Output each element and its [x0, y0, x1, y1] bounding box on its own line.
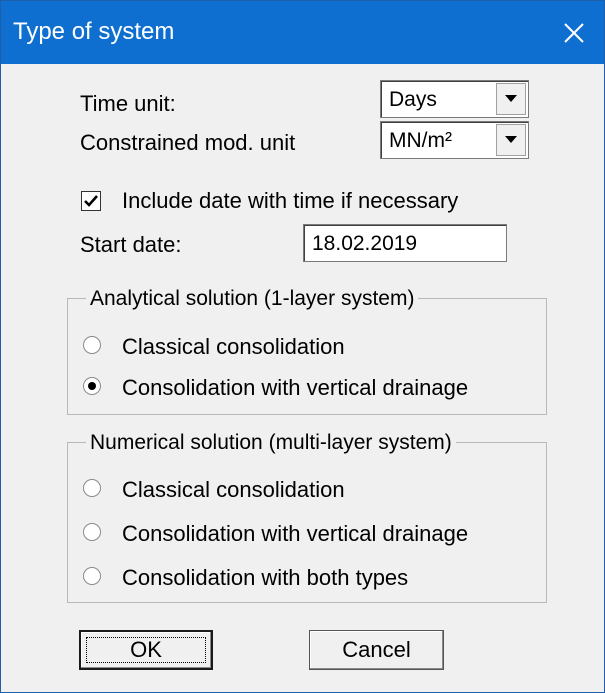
numerical-both-types-radio[interactable]: [83, 567, 101, 585]
numerical-classical-label[interactable]: Classical consolidation: [122, 477, 345, 503]
analytical-solution-legend: Analytical solution (1-layer system): [86, 286, 419, 312]
analytical-classical-radio[interactable]: [83, 336, 101, 354]
cancel-button[interactable]: Cancel: [309, 630, 444, 670]
numerical-vertical-drainage-radio[interactable]: [83, 523, 101, 541]
include-date-label[interactable]: Include date with time if necessary: [122, 188, 458, 214]
time-unit-dropdown-button[interactable]: [496, 83, 526, 115]
numerical-vertical-drainage-label[interactable]: Consolidation with vertical drainage: [122, 521, 468, 547]
ok-button[interactable]: OK: [79, 630, 213, 670]
start-date-input[interactable]: 18.02.2019: [303, 224, 507, 262]
dialog-window: Type of system Time unit: Days Constrain…: [0, 0, 605, 693]
title-bar[interactable]: Type of system: [1, 1, 604, 64]
chevron-down-icon: [505, 95, 517, 102]
analytical-vertical-drainage-label[interactable]: Consolidation with vertical drainage: [122, 375, 468, 401]
close-button[interactable]: [544, 1, 604, 64]
checkmark-icon: [84, 195, 98, 207]
numerical-solution-legend: Numerical solution (multi-layer system): [86, 430, 456, 456]
modulus-unit-dropdown-button[interactable]: [496, 124, 526, 156]
start-date-label: Start date:: [80, 232, 182, 257]
include-date-checkbox[interactable]: [81, 191, 101, 211]
numerical-classical-radio[interactable]: [83, 479, 101, 497]
analytical-vertical-drainage-radio[interactable]: [83, 377, 101, 395]
close-icon: [564, 22, 584, 43]
analytical-classical-label[interactable]: Classical consolidation: [122, 334, 345, 360]
cancel-button-label: Cancel: [342, 637, 411, 662]
modulus-unit-value: MN/m²: [389, 129, 452, 152]
focus-rectangle: [86, 637, 206, 663]
time-unit-label: Time unit:: [80, 91, 176, 116]
chevron-down-icon: [505, 136, 517, 143]
modulus-unit-select[interactable]: MN/m²: [380, 121, 529, 159]
time-unit-value: Days: [389, 88, 437, 111]
modulus-unit-label: Constrained mod. unit: [80, 130, 296, 155]
window-title: Type of system: [13, 18, 175, 45]
time-unit-select[interactable]: Days: [380, 80, 529, 118]
numerical-both-types-label[interactable]: Consolidation with both types: [122, 565, 408, 591]
start-date-value: 18.02.2019: [312, 232, 418, 255]
